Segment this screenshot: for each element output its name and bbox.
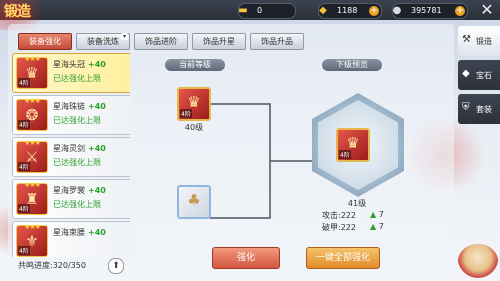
anvil-icon: ⚒: [462, 34, 471, 45]
stat-attack-increase: ▲ 7: [370, 210, 384, 219]
stat-armor-pierce-increase: ▲ 7: [370, 222, 384, 231]
enhance-button[interactable]: 强化: [212, 247, 280, 269]
stat-armor-pierce: 破甲:222: [322, 223, 356, 232]
side-tab-gem[interactable]: ◆ 宝石: [458, 60, 500, 90]
current-level-text: 40级: [184, 123, 204, 132]
enhance-all-button[interactable]: 一键全部强化: [306, 247, 380, 269]
side-tab-label: 宝石: [476, 71, 492, 80]
side-tab-forge[interactable]: ⚒ 锻造: [458, 26, 500, 56]
armor-icon: ⛨: [462, 102, 470, 113]
next-level-text: 41级: [347, 199, 367, 208]
material-item-card[interactable]: ♣: [177, 185, 211, 219]
up-arrow-icon: ▲: [370, 210, 377, 219]
side-tab-label: 套装: [476, 105, 492, 114]
tier-badge: 4阶: [339, 150, 351, 159]
next-item-card[interactable]: ♛ 4阶: [336, 128, 370, 162]
stat-attack: 攻击:222: [322, 211, 356, 220]
mascot-decoration: [458, 244, 498, 278]
side-tab-set[interactable]: ⛨ 套装: [458, 94, 500, 124]
bracket-line: [210, 103, 271, 219]
current-item-card[interactable]: ♛ 4阶: [177, 87, 211, 121]
up-arrow-icon: ▲: [370, 222, 377, 231]
connector-lines: [210, 103, 312, 219]
material-bag-icon: ♣: [187, 191, 201, 209]
gem-icon: ◆: [462, 68, 470, 79]
tier-badge: 4阶: [180, 109, 192, 118]
side-tab-label: 锻造: [476, 37, 492, 46]
side-tab-bar: ⚒ 锻造 ◆ 宝石 ⛨ 套装: [458, 26, 500, 276]
